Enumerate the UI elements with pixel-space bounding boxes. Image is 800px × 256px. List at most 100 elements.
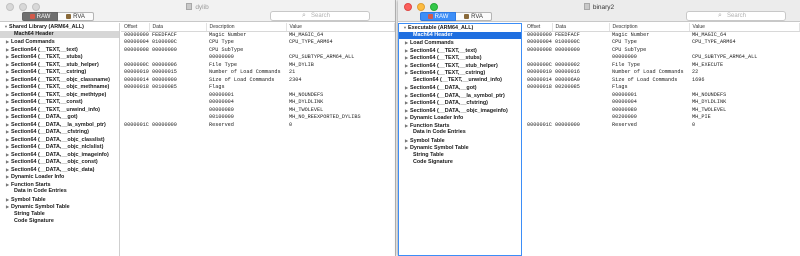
tree-item[interactable]: ▼Shared Library (ARM64_ALL) — [0, 23, 119, 31]
table-cell: File Type — [209, 61, 238, 68]
table-row[interactable]: 00000001 MH_NOUNDEFS — [121, 92, 395, 100]
tree-item[interactable]: String Table — [399, 152, 521, 160]
table-cell: 0 — [289, 121, 293, 128]
table-row[interactable]: 0000000C 00000006 File Type MH_DYLIB — [121, 62, 395, 70]
tree-item[interactable]: Mach64 Header — [399, 31, 521, 39]
tree-item[interactable]: ▶ Section64 (__DATA,__cfstring) — [0, 128, 119, 136]
tree-item[interactable]: ▶ Section64 (__TEXT,__stubs) — [0, 53, 119, 61]
tree-item[interactable]: ▶ Load Commands — [0, 38, 119, 46]
tree-item[interactable]: Data in Code Entries — [0, 188, 119, 196]
tree-item[interactable]: ▶ Section64 (__DATA,__objc_nlclslist) — [0, 143, 119, 151]
tree-item-label: Section64 (__TEXT,__stub_helper) — [11, 61, 99, 68]
column-header[interactable]: Value — [689, 23, 800, 32]
tree-item[interactable]: ▶ Dynamic Symbol Table — [399, 144, 521, 152]
tree-item[interactable]: Section64 (__TEXT,__unwind_info) — [399, 77, 521, 85]
tree-item[interactable]: Code Signature — [399, 159, 521, 167]
table-row[interactable]: 00000010 00000016 Number of Load Commands 2… — [524, 69, 800, 77]
column-header[interactable]: Offset — [121, 23, 150, 32]
raw-icon — [29, 14, 35, 19]
column-header[interactable]: Description — [609, 23, 690, 32]
column-header[interactable]: Offset — [524, 23, 553, 32]
tree-item-label: Section64 (__TEXT,__objc_methtype) — [11, 91, 107, 98]
rva-button[interactable]: RVA — [58, 12, 94, 21]
table-row[interactable]: 00000014 00000900 Size of Load Commands 230… — [121, 77, 395, 85]
tree-item[interactable]: ▶ Section64 (__TEXT,__cstring) — [0, 68, 119, 76]
tree-item[interactable]: Data in Code Entries — [399, 129, 521, 137]
tree-item[interactable]: Mach64 Header — [0, 30, 119, 38]
tree-item[interactable]: ▶ Section64 (__TEXT,__text) — [399, 47, 521, 55]
table-row[interactable]: 00100000 MH_NO_REEXPORTED_DYLIBS — [121, 114, 395, 122]
table-row[interactable]: 0000000C 00000002 File Type MH_EXECUTE — [524, 62, 800, 70]
tree-item[interactable]: ▶ Dynamic Symbol Table — [0, 203, 119, 211]
table-row[interactable]: 00000010 00000015 Number of Load Commands 2… — [121, 69, 395, 77]
table-row[interactable]: 00000004 MH_DYLDLINK — [121, 99, 395, 107]
tree-item[interactable]: ▶ Section64 (__TEXT,__text) — [0, 46, 119, 54]
tree-item[interactable]: ▶ Section64 (__TEXT,__objc_methtype) — [0, 91, 119, 99]
table-row[interactable]: 00000004 MH_DYLDLINK — [524, 99, 800, 107]
table-row[interactable]: 00000000 FEEDFACF Magic Number MH_MAGIC_64 — [121, 31, 395, 39]
table-cell: Reserved — [612, 121, 637, 128]
raw-button[interactable]: RAW — [420, 12, 456, 21]
tree-item[interactable]: ▶ Load Commands — [399, 39, 521, 47]
table-row[interactable]: 00000000 CPU_SUBTYPE_ARM64_ALL — [524, 54, 800, 62]
column-header[interactable]: Value — [286, 23, 395, 32]
tree-item-label: Executable (ARM64_ALL) — [408, 25, 474, 31]
tree-item[interactable]: ▶ Section64 (__DATA,__objc_data) — [0, 166, 119, 174]
table-row[interactable]: 00000018 00100085 Flags — [121, 84, 395, 92]
tree-item[interactable]: ▶ Section64 (__TEXT,__stubs) — [399, 54, 521, 62]
tree-item[interactable]: ▶ Function Starts — [399, 122, 521, 130]
tree-item[interactable]: ▶ Section64 (__TEXT,__objc_classname) — [0, 76, 119, 84]
tree-item[interactable]: ▶ Section64 (__DATA,__objc_imageinfo) — [0, 151, 119, 159]
tree-item[interactable]: ▶ Section64 (__DATA,__got) — [399, 84, 521, 92]
tree-item[interactable]: ▶ Section64 (__DATA,__objc_imageinfo) — [399, 107, 521, 115]
tree-item[interactable]: ▶ Section64 (__DATA,__objc_classlist) — [0, 136, 119, 144]
table-row[interactable]: 0000001C 00000000 Reserved 0 — [121, 122, 395, 130]
table-row[interactable]: 00000080 MH_TWOLEVEL — [121, 107, 395, 115]
tree-item[interactable]: ▶ Section64 (__TEXT,__unwind_info) — [0, 106, 119, 114]
column-header[interactable]: Description — [206, 23, 287, 32]
tree-item[interactable]: Code Signature — [0, 218, 119, 226]
table-cell: 00000014 — [527, 76, 552, 83]
table-row[interactable]: 00200000 MH_PIE — [524, 114, 800, 122]
tree-item[interactable]: ▶ Section64 (__DATA,__objc_const) — [0, 158, 119, 166]
tree-item[interactable]: ▶ Section64 (__TEXT,__objc_methname) — [0, 83, 119, 91]
rva-button[interactable]: RVA — [456, 12, 492, 21]
tree-item[interactable]: ▶ Section64 (__DATA,__cfstring) — [399, 99, 521, 107]
table-row[interactable]: 00000008 00000000 CPU SubType — [121, 47, 395, 55]
table-row[interactable]: 00000008 00000000 CPU SubType — [524, 47, 800, 55]
table-row[interactable]: 0000001C 00000000 Reserved 0 — [524, 122, 800, 130]
table-row[interactable]: 00000014 000006A0 Size of Load Commands 169… — [524, 77, 800, 85]
table-row[interactable]: 00000004 0100000C CPU Type CPU_TYPE_ARM64 — [524, 39, 800, 47]
table-cell: Flags — [209, 84, 225, 90]
tree-item-label: Shared Library (ARM64_ALL) — [9, 24, 84, 30]
tree-item[interactable]: ▶ Dynamic Loader Info — [0, 173, 119, 181]
tree-item[interactable]: ▶ Section64 (__TEXT,__const) — [0, 98, 119, 106]
search-input[interactable]: Search — [270, 11, 370, 21]
tree-item[interactable]: ▶ Section64 (__DATA,__la_symbol_ptr) — [399, 92, 521, 100]
tree-item[interactable]: ▶ Function Starts — [0, 181, 119, 189]
table-row[interactable]: 00000018 00200085 Flags — [524, 84, 800, 92]
table-row[interactable]: 00000001 MH_NOUNDEFS — [524, 92, 800, 100]
table-cell: 00000000 — [555, 121, 580, 128]
tree-item[interactable]: ▶ Section64 (__TEXT,__stub_helper) — [399, 62, 521, 70]
tree-item[interactable]: String Table — [0, 211, 119, 219]
table-cell — [149, 107, 206, 115]
tree-item[interactable]: ▶ Section64 (__DATA,__la_symbol_ptr) — [0, 121, 119, 129]
table-row[interactable]: 00000080 MH_TWOLEVEL — [524, 107, 800, 115]
table-row[interactable]: 00000004 0100000C CPU Type CPU_TYPE_ARM64 — [121, 39, 395, 47]
search-input[interactable]: Search — [686, 11, 786, 21]
column-header[interactable]: Data — [552, 23, 610, 32]
tree-item-label: Symbol Table — [11, 196, 46, 203]
tree-item[interactable]: ▶ Symbol Table — [399, 137, 521, 145]
table-cell: MH_NOUNDEFS — [289, 91, 324, 98]
raw-button[interactable]: RAW — [22, 12, 58, 21]
tree-item[interactable]: ▶ Section64 (__TEXT,__stub_helper) — [0, 61, 119, 69]
tree-item[interactable]: ▶ Section64 (__DATA,__got) — [0, 113, 119, 121]
tree-item[interactable]: ▶ Section64 (__TEXT,__cstring) — [399, 69, 521, 77]
table-row[interactable]: 00000000 FEEDFACF Magic Number MH_MAGIC_64 — [524, 31, 800, 39]
column-header[interactable]: Data — [149, 23, 207, 32]
table-row[interactable]: 00000000 CPU_SUBTYPE_ARM64_ALL — [121, 54, 395, 62]
tree-item[interactable]: ▼Executable (ARM64_ALL) — [399, 24, 521, 32]
tree-item[interactable]: ▶ Dynamic Loader Info — [399, 114, 521, 122]
tree-item[interactable]: ▶ Symbol Table — [0, 196, 119, 204]
